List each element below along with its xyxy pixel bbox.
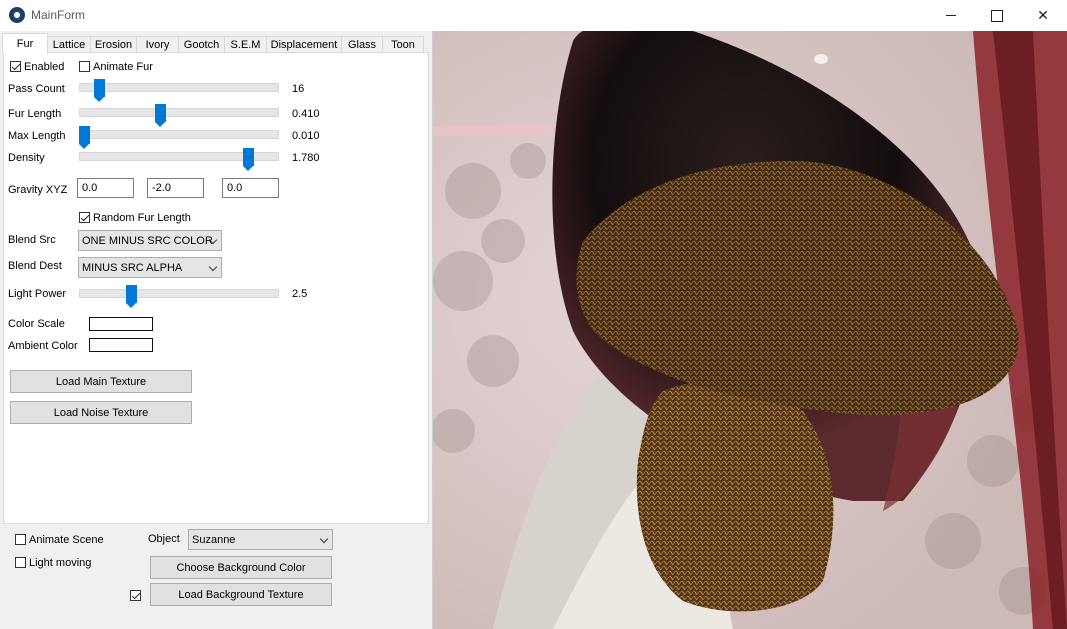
load-main-texture-button[interactable]: Load Main Texture [10, 370, 192, 393]
color-scale-label: Color Scale [8, 318, 65, 330]
light-power-slider[interactable] [79, 289, 279, 298]
minimize-icon [946, 15, 956, 16]
tab-label: Erosion [94, 39, 133, 51]
enabled-label: Enabled [24, 61, 65, 73]
max-length-slider-thumb[interactable] [79, 126, 90, 149]
title-bar [0, 0, 1067, 32]
tab-displacement[interactable]: Displacement [266, 36, 342, 53]
max-length-label: Max Length [8, 130, 66, 142]
tab-strip: Fur Lattice Erosion Ivory Gootch S.E.M D… [2, 33, 426, 54]
maximize-icon [991, 9, 1003, 22]
maximize-button[interactable] [974, 0, 1020, 31]
tab-toon[interactable]: Toon [382, 36, 424, 53]
chevron-down-icon [208, 262, 218, 272]
close-button[interactable]: ✕ [1020, 0, 1066, 31]
fur-length-value: 0.410 [292, 108, 320, 120]
object-label: Object [148, 533, 180, 545]
animate-scene-label: Animate Scene [29, 534, 104, 546]
pass-count-value: 16 [292, 83, 305, 95]
tab-label: Glass [347, 39, 377, 51]
tab-ivory[interactable]: Ivory [136, 36, 179, 53]
pass-count-slider-thumb[interactable] [94, 79, 106, 102]
choose-background-color-button[interactable]: Choose Background Color [150, 556, 332, 579]
tab-gootch[interactable]: Gootch [178, 36, 225, 53]
random-fur-length-checkbox[interactable] [79, 212, 90, 223]
max-length-value: 0.010 [292, 130, 320, 142]
tab-erosion[interactable]: Erosion [90, 36, 137, 53]
blend-src-select[interactable]: ONE MINUS SRC COLOR [78, 230, 222, 251]
light-power-value: 2.5 [292, 288, 308, 300]
gravity-y-field[interactable]: -2.0 [147, 178, 204, 198]
tab-fur[interactable]: Fur [2, 33, 48, 54]
max-length-slider[interactable] [79, 130, 279, 139]
gravity-x-field[interactable]: 0.0 [77, 178, 134, 198]
density-value: 1.780 [292, 152, 320, 164]
gravity-label: Gravity XYZ [8, 184, 68, 196]
blend-dest-label: Blend Dest [8, 260, 62, 272]
minimize-button[interactable] [928, 0, 974, 31]
pass-count-label: Pass Count [8, 83, 65, 95]
background-texture-checkbox[interactable] [130, 590, 141, 601]
fur-length-slider[interactable] [79, 108, 279, 117]
tab-sem[interactable]: S.E.M [224, 36, 267, 53]
light-power-label: Light Power [8, 288, 67, 300]
blend-dest-value: MINUS SRC ALPHA [82, 262, 183, 274]
fur-length-label: Fur Length [8, 108, 62, 120]
animate-fur-label: Animate Fur [93, 61, 153, 73]
density-label: Density [8, 152, 45, 164]
tab-label: Gootch [183, 39, 220, 51]
blend-src-value: ONE MINUS SRC COLOR [82, 235, 213, 247]
tab-label: Lattice [52, 39, 86, 51]
object-value: Suzanne [192, 534, 236, 546]
chevron-down-icon [319, 534, 329, 544]
gravity-z-field[interactable]: 0.0 [222, 178, 279, 198]
object-select[interactable]: Suzanne [188, 529, 333, 550]
render-viewport[interactable] [433, 31, 1067, 629]
animate-fur-checkbox[interactable] [79, 61, 90, 72]
light-moving-checkbox[interactable] [15, 557, 26, 568]
load-noise-texture-button[interactable]: Load Noise Texture [10, 401, 192, 424]
blend-src-label: Blend Src [8, 234, 56, 246]
app-icon [9, 7, 25, 23]
ambient-color-swatch[interactable] [89, 338, 153, 352]
tab-label: Ivory [145, 39, 170, 51]
fur-length-slider-thumb[interactable] [154, 104, 166, 127]
tab-glass[interactable]: Glass [341, 36, 383, 53]
random-fur-length-label: Random Fur Length [93, 212, 191, 224]
load-background-texture-button[interactable]: Load Background Texture [150, 583, 332, 606]
light-moving-label: Light moving [29, 557, 92, 569]
close-icon: ✕ [1037, 7, 1049, 23]
density-slider-thumb[interactable] [243, 148, 255, 171]
color-scale-swatch[interactable] [89, 317, 153, 331]
blend-dest-select[interactable]: MINUS SRC ALPHA [78, 257, 222, 278]
light-power-slider-thumb[interactable] [126, 285, 138, 308]
pass-count-slider[interactable] [79, 83, 279, 92]
tab-label: Displacement [270, 39, 338, 51]
tab-label: S.E.M [230, 39, 261, 51]
window-title: MainForm [31, 8, 86, 22]
enabled-checkbox[interactable] [10, 61, 21, 72]
ambient-color-label: Ambient Color [8, 340, 78, 352]
tab-label: Toon [391, 39, 415, 51]
rendered-scene [433, 31, 1067, 629]
tab-lattice[interactable]: Lattice [47, 36, 91, 53]
animate-scene-checkbox[interactable] [15, 534, 26, 545]
tab-label: Fur [16, 38, 34, 50]
fur-tab-page [3, 52, 429, 524]
